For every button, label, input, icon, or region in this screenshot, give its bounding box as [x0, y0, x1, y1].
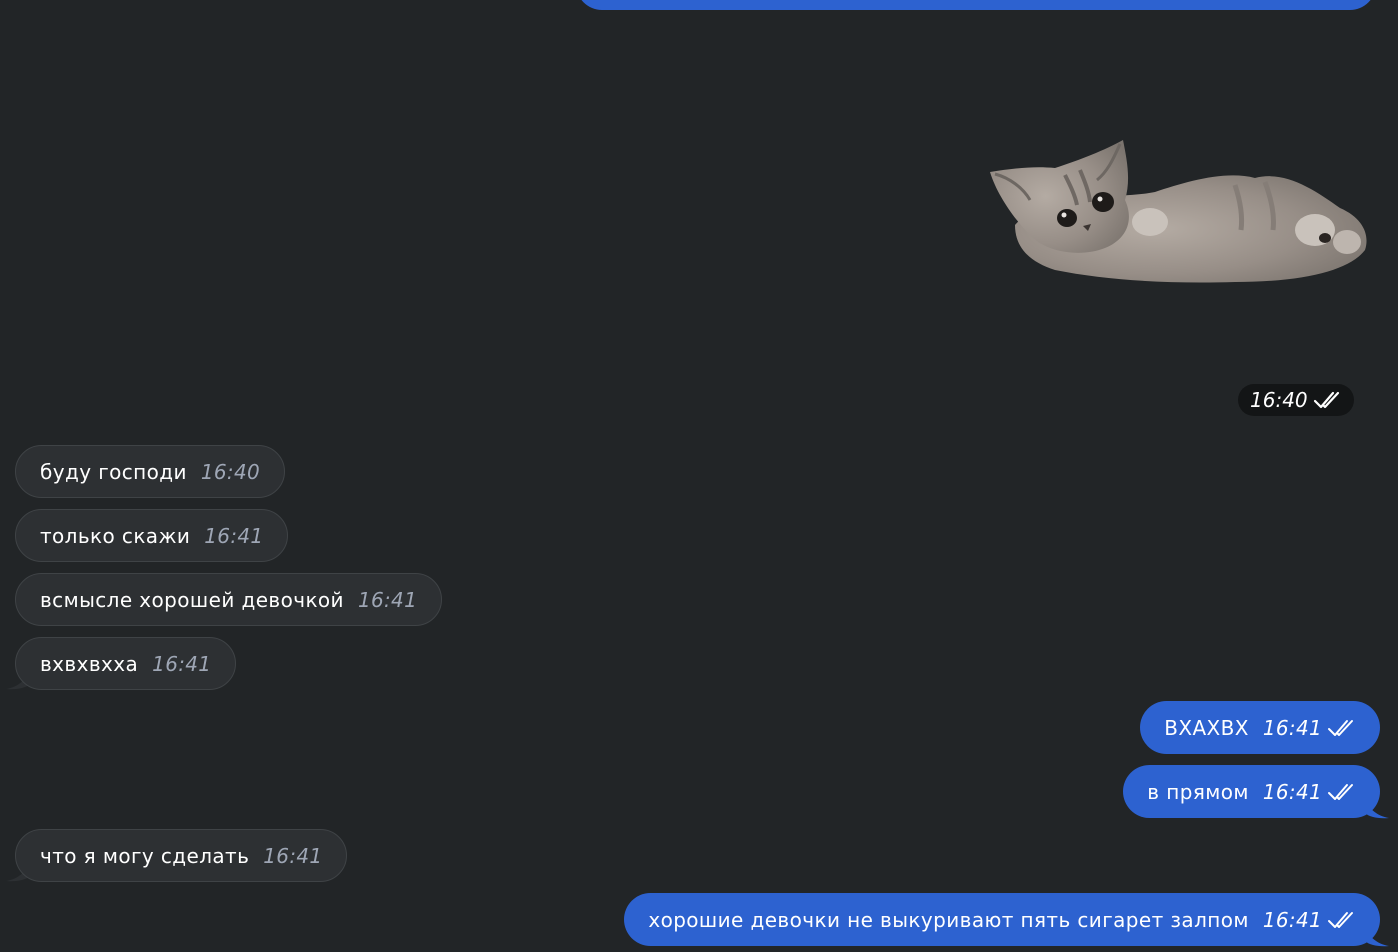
message-text: ВХАХВХ — [1164, 715, 1249, 740]
chat-area[interactable]: 16:40 буду господи 16:40 только скажи 16… — [0, 0, 1398, 952]
sticker-time: 16:40 — [1250, 388, 1308, 412]
message-time: 16:41 — [263, 843, 323, 868]
message-bubble[interactable]: хорошие девочки не выкуривают пять сигар… — [624, 893, 1380, 946]
previous-outgoing-bubble[interactable] — [576, 0, 1376, 10]
double-check-icon — [1328, 719, 1353, 736]
message-time: 16:41 — [204, 523, 264, 548]
message-text: только скажи — [40, 523, 191, 548]
message-text: что я могу сделать — [40, 843, 250, 868]
kitten-sticker[interactable] — [985, 130, 1375, 290]
message-time: 16:41 — [1262, 715, 1322, 740]
message-bubble[interactable]: буду господи 16:40 — [15, 445, 286, 498]
message-text: хорошие девочки не выкуривают пять сигар… — [648, 907, 1249, 932]
message-bubble[interactable]: только скажи 16:41 — [15, 509, 289, 562]
message-bubble[interactable]: в прямом 16:41 — [1123, 765, 1380, 818]
message-text: всмысле хорошей девочкой — [40, 587, 344, 612]
message-bubble[interactable]: вхвхвхха 16:41 — [15, 637, 237, 690]
message-text: буду господи — [40, 459, 187, 484]
double-check-icon — [1328, 911, 1353, 928]
double-check-icon — [1328, 783, 1353, 800]
message-text: в прямом — [1147, 779, 1249, 804]
message-time: 16:41 — [357, 587, 418, 612]
message-time: 16:40 — [200, 459, 261, 484]
double-check-icon — [1313, 391, 1339, 409]
message-time: 16:41 — [152, 651, 212, 676]
message-bubble[interactable]: всмысле хорошей девочкой 16:41 — [15, 573, 443, 626]
message-time: 16:41 — [1262, 907, 1322, 932]
message-text: вхвхвхха — [40, 651, 139, 676]
message-bubble[interactable]: ВХАХВХ 16:41 — [1140, 701, 1380, 754]
message-bubble[interactable]: что я могу сделать 16:41 — [15, 829, 348, 882]
sticker-timestamp: 16:40 — [1238, 384, 1354, 416]
message-time: 16:41 — [1262, 779, 1322, 804]
